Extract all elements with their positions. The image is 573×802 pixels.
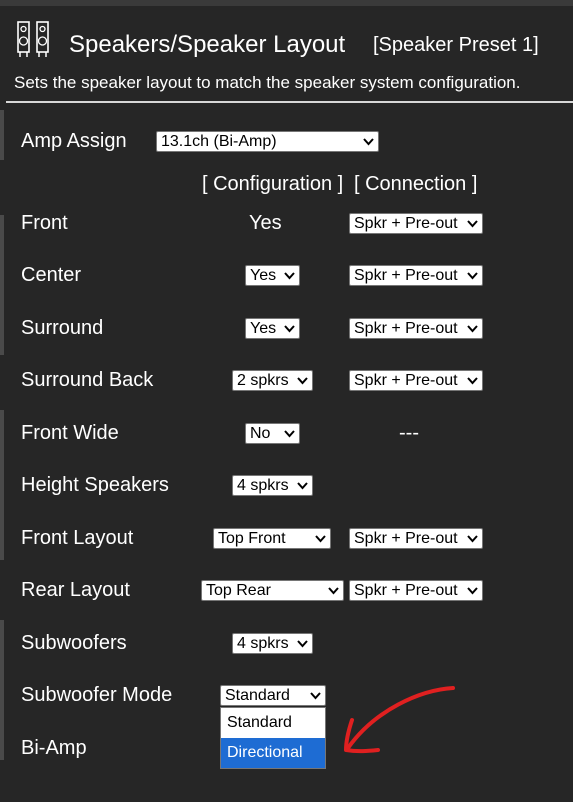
bi-amp-label: Bi-Amp bbox=[21, 737, 87, 759]
row-marker bbox=[0, 215, 4, 355]
rear-layout-label: Rear Layout bbox=[21, 579, 130, 601]
front-connection-select[interactable]: Spkr + Pre-out bbox=[349, 213, 483, 234]
surround-label: Surround bbox=[21, 317, 104, 339]
chevron-down-icon bbox=[315, 535, 326, 543]
height-speakers-config-select[interactable]: 4 spkrs bbox=[232, 475, 313, 496]
center-connection-value: Spkr + Pre-out bbox=[354, 267, 458, 284]
chevron-down-icon bbox=[297, 640, 308, 648]
surround-config-select[interactable]: Yes bbox=[245, 318, 300, 339]
front-connection-value: Spkr + Pre-out bbox=[354, 215, 458, 232]
subwoofer-mode-select[interactable]: Standard bbox=[220, 685, 326, 706]
dropdown-option-standard[interactable]: Standard bbox=[221, 708, 325, 738]
front-layout-config-select[interactable]: Top Front bbox=[213, 528, 331, 549]
row-marker bbox=[0, 620, 4, 760]
rear-layout-config-value: Top Rear bbox=[206, 582, 271, 599]
chevron-down-icon bbox=[284, 325, 295, 333]
chevron-down-icon bbox=[363, 138, 374, 146]
subwoofer-mode-dropdown: Standard Directional bbox=[220, 707, 326, 769]
center-label: Center bbox=[21, 264, 82, 286]
speakers-icon bbox=[17, 21, 49, 57]
chevron-down-icon bbox=[310, 692, 321, 700]
configuration-column-header: [ Configuration ] bbox=[202, 173, 344, 195]
surround-back-connection-value: Spkr + Pre-out bbox=[354, 372, 458, 389]
front-layout-config-value: Top Front bbox=[218, 530, 286, 547]
height-speakers-config-value: 4 spkrs bbox=[237, 477, 289, 494]
surround-back-connection-select[interactable]: Spkr + Pre-out bbox=[349, 370, 483, 391]
surround-back-config-select[interactable]: 2 spkrs bbox=[232, 370, 313, 391]
row-marker bbox=[0, 110, 4, 160]
subwoofer-mode-label: Subwoofer Mode bbox=[21, 684, 173, 706]
page-title: Speakers/Speaker Layout bbox=[69, 31, 346, 58]
front-layout-connection-select[interactable]: Spkr + Pre-out bbox=[349, 528, 483, 549]
connection-column-header: [ Connection ] bbox=[354, 173, 478, 195]
chevron-down-icon bbox=[328, 587, 339, 595]
subwoofers-config-select[interactable]: 4 spkrs bbox=[232, 633, 313, 654]
chevron-down-icon bbox=[284, 272, 295, 280]
surround-config-value: Yes bbox=[250, 320, 277, 337]
rear-layout-connection-select[interactable]: Spkr + Pre-out bbox=[349, 580, 483, 601]
header: Speakers/Speaker Layout [Speaker Preset … bbox=[0, 6, 573, 103]
preset-label: [Speaker Preset 1] bbox=[373, 34, 539, 56]
amp-assign-label: Amp Assign bbox=[21, 130, 127, 152]
amp-assign-value: 13.1ch (Bi-Amp) bbox=[161, 133, 277, 150]
red-arrow-icon bbox=[344, 686, 455, 754]
header-divider bbox=[6, 101, 573, 103]
surround-connection-value: Spkr + Pre-out bbox=[354, 320, 458, 337]
front-wide-config-select[interactable]: No bbox=[245, 423, 300, 444]
chevron-down-icon bbox=[467, 220, 478, 228]
chevron-down-icon bbox=[284, 430, 295, 438]
row-marker bbox=[0, 410, 4, 560]
height-speakers-label: Height Speakers bbox=[21, 474, 169, 496]
center-config-select[interactable]: Yes bbox=[245, 265, 300, 286]
rear-layout-connection-value: Spkr + Pre-out bbox=[354, 582, 458, 599]
surround-back-config-value: 2 spkrs bbox=[237, 372, 289, 389]
chevron-down-icon bbox=[297, 482, 308, 490]
surround-back-label: Surround Back bbox=[21, 369, 154, 391]
front-layout-label: Front Layout bbox=[21, 527, 134, 549]
chevron-down-icon bbox=[467, 272, 478, 280]
front-label: Front bbox=[21, 212, 68, 234]
front-layout-connection-value: Spkr + Pre-out bbox=[354, 530, 458, 547]
subwoofer-mode-value: Standard bbox=[225, 687, 290, 704]
page-description: Sets the speaker layout to match the spe… bbox=[14, 73, 521, 92]
amp-assign-select[interactable]: 13.1ch (Bi-Amp) bbox=[156, 131, 379, 152]
front-config-value: Yes bbox=[249, 212, 282, 234]
center-connection-select[interactable]: Spkr + Pre-out bbox=[349, 265, 483, 286]
dropdown-option-directional[interactable]: Directional bbox=[221, 738, 325, 768]
chevron-down-icon bbox=[297, 377, 308, 385]
front-wide-label: Front Wide bbox=[21, 422, 119, 444]
chevron-down-icon bbox=[467, 535, 478, 543]
chevron-down-icon bbox=[467, 587, 478, 595]
front-wide-config-value: No bbox=[250, 425, 271, 442]
chevron-down-icon bbox=[467, 377, 478, 385]
front-wide-connection-value: --- bbox=[399, 422, 419, 444]
subwoofers-label: Subwoofers bbox=[21, 632, 127, 654]
chevron-down-icon bbox=[467, 325, 478, 333]
center-config-value: Yes bbox=[250, 267, 277, 284]
subwoofers-config-value: 4 spkrs bbox=[237, 635, 289, 652]
rear-layout-config-select[interactable]: Top Rear bbox=[201, 580, 344, 601]
surround-connection-select[interactable]: Spkr + Pre-out bbox=[349, 318, 483, 339]
